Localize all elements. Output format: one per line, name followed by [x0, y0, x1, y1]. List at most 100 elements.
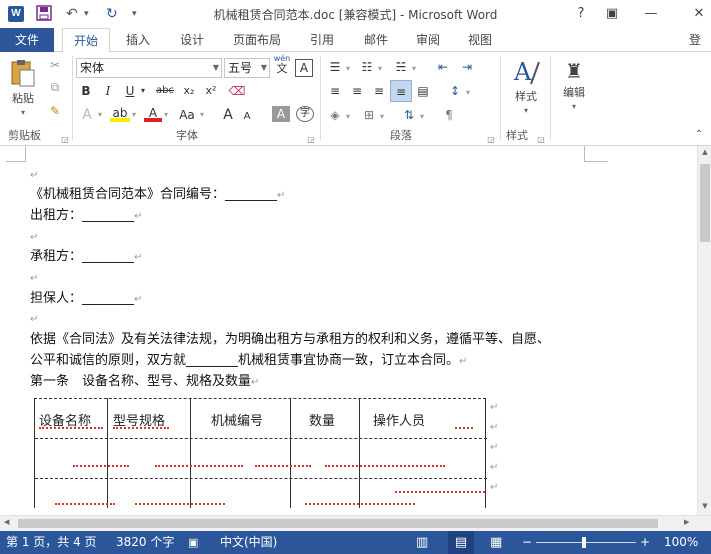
tab-insert[interactable]: 插入 — [118, 28, 158, 52]
login-link[interactable]: 登录 — [689, 28, 711, 52]
help-button[interactable]: ? — [570, 4, 592, 24]
horizontal-scroll-thumb[interactable] — [18, 519, 658, 528]
strikethrough-button[interactable]: abc — [154, 82, 176, 100]
shading-icon[interactable]: ◈ — [326, 106, 344, 124]
chevron-down-icon[interactable]: ▾ — [96, 106, 104, 124]
chevron-down-icon[interactable]: ▾ — [378, 108, 386, 126]
empty-paragraph[interactable]: ↵ — [30, 310, 38, 329]
text-effects-button[interactable]: A — [78, 106, 96, 124]
chevron-down-icon[interactable]: ▾ — [162, 106, 170, 124]
underline-dropdown-icon[interactable]: ▾ — [138, 82, 148, 100]
page-count[interactable]: 第 1 页，共 4 页 — [6, 531, 97, 554]
font-group-label: 字体 — [176, 129, 198, 142]
scroll-down-icon[interactable]: ▼ — [699, 502, 711, 512]
doc-line[interactable]: 第一条 设备名称、型号、规格及数量↵ — [30, 373, 259, 392]
scroll-up-icon[interactable]: ▲ — [699, 148, 711, 158]
font-color-icon[interactable]: A — [144, 104, 162, 122]
proofing-icon[interactable]: ▣ — [188, 531, 198, 554]
decrease-indent-icon[interactable]: ⇤ — [434, 58, 452, 76]
align-center-icon[interactable]: ≡ — [348, 82, 366, 100]
chevron-down-icon[interactable]: ▾ — [376, 60, 384, 78]
empty-paragraph[interactable]: ↵ — [30, 166, 38, 185]
distributed-icon[interactable]: ▤ — [414, 82, 432, 100]
scroll-right-icon[interactable]: ▶ — [684, 518, 694, 530]
enclosed-characters-button[interactable]: 字 — [296, 106, 314, 122]
tab-file[interactable]: 文件 — [0, 28, 54, 52]
chevron-down-icon[interactable]: ▾ — [344, 60, 352, 78]
sort-icon[interactable]: ⇅ — [400, 106, 418, 124]
paste-button[interactable]: 粘贴 ▾ — [6, 58, 40, 118]
font-name-select[interactable]: 宋体 ▼ — [76, 58, 222, 78]
clear-formatting-icon[interactable]: ⌫ — [228, 82, 246, 100]
vertical-scroll-thumb[interactable] — [700, 164, 710, 242]
doc-line[interactable]: 公平和诚信的原则，双方就________机械租赁事宜协商一致，订立本合同。↵ — [30, 352, 467, 371]
equipment-table[interactable]: 设备名称 型号规格 机械编号 数量 操作人员 — [34, 398, 487, 508]
editing-button[interactable]: ♜ 编辑 ▾ — [556, 56, 592, 122]
tab-design[interactable]: 设计 — [170, 28, 214, 52]
tab-review[interactable]: 审阅 — [406, 28, 450, 52]
zoom-in-icon[interactable]: + — [640, 531, 650, 554]
show-marks-icon[interactable]: ¶ — [440, 106, 458, 124]
tab-home[interactable]: 开始 — [62, 28, 110, 53]
cut-icon[interactable]: ✂ — [46, 56, 64, 74]
word-count[interactable]: 3820 个字 — [116, 531, 174, 554]
bold-button[interactable]: B — [78, 82, 94, 100]
grow-font-button[interactable]: A — [220, 106, 236, 124]
chevron-down-icon[interactable]: ▾ — [198, 106, 206, 124]
bullets-icon[interactable]: ☰ — [326, 58, 344, 76]
shrink-font-button[interactable]: A — [240, 108, 254, 126]
empty-paragraph[interactable]: ↵ — [30, 228, 38, 247]
copy-icon[interactable]: ⧉ — [46, 78, 64, 96]
close-button[interactable]: ✕ — [688, 4, 710, 24]
format-painter-icon[interactable]: ✎ — [46, 102, 64, 120]
tab-mailings[interactable]: 邮件 — [354, 28, 398, 52]
highlight-color-icon[interactable]: ab — [110, 104, 130, 122]
change-case-button[interactable]: Aa — [176, 106, 198, 124]
italic-button[interactable]: I — [100, 82, 116, 100]
horizontal-scrollbar[interactable]: ◀ ▶ — [0, 515, 711, 531]
zoom-slider[interactable] — [536, 542, 636, 543]
web-layout-icon[interactable]: ▦ — [490, 531, 502, 554]
chevron-down-icon[interactable]: ▾ — [464, 84, 472, 102]
doc-line[interactable]: 《机械租赁合同范本》合同编号：________↵ — [30, 186, 285, 205]
chevron-down-icon[interactable]: ▾ — [410, 60, 418, 78]
numbering-icon[interactable]: ☷ — [358, 58, 376, 76]
character-shading-button[interactable]: A — [272, 106, 290, 122]
empty-paragraph[interactable]: ↵ — [30, 269, 38, 288]
doc-line[interactable]: 担保人：________↵ — [30, 290, 142, 309]
phonetic-guide-button[interactable]: wén 文 — [273, 54, 291, 74]
language-indicator[interactable]: 中文(中国) — [220, 531, 277, 554]
print-layout-icon[interactable]: ▤ — [448, 531, 474, 554]
chevron-down-icon[interactable]: ▾ — [418, 108, 426, 126]
doc-line[interactable]: 出租方：________↵ — [30, 207, 142, 226]
subscript-button[interactable]: x₂ — [180, 82, 198, 100]
font-size-select[interactable]: 五号 ▼ — [224, 58, 270, 78]
zoom-slider-thumb[interactable] — [582, 537, 586, 548]
superscript-button[interactable]: x² — [202, 82, 220, 100]
chevron-down-icon[interactable]: ▾ — [130, 106, 138, 124]
increase-indent-icon[interactable]: ⇥ — [458, 58, 476, 76]
multilevel-list-icon[interactable]: ☵ — [392, 58, 410, 76]
align-left-icon[interactable]: ≡ — [326, 82, 344, 100]
character-border-button[interactable]: A — [295, 59, 313, 77]
tab-page-layout[interactable]: 页面布局 — [226, 28, 288, 52]
tab-view[interactable]: 视图 — [458, 28, 502, 52]
doc-line[interactable]: 依据《合同法》及有关法律法规，为明确出租方与承租方的权利和义务，遵循平等、自愿、 — [30, 331, 550, 349]
align-right-icon[interactable]: ≡ — [370, 82, 388, 100]
vertical-scrollbar[interactable]: ▲ ▼ — [697, 146, 711, 515]
doc-line[interactable]: 承租方：________↵ — [30, 248, 142, 267]
chevron-down-icon[interactable]: ▾ — [344, 108, 352, 126]
scroll-left-icon[interactable]: ◀ — [4, 518, 14, 530]
styles-button[interactable]: A 样式 ▾ — [506, 56, 546, 122]
line-spacing-icon[interactable]: ↕ — [446, 82, 464, 100]
minimize-button[interactable]: — — [640, 4, 662, 24]
underline-button[interactable]: U — [122, 82, 138, 100]
ribbon-display-button[interactable]: ▣ — [601, 4, 623, 24]
borders-icon[interactable]: ⊞ — [360, 106, 378, 124]
justify-icon[interactable]: ≡ — [390, 80, 412, 102]
tab-references[interactable]: 引用 — [300, 28, 344, 52]
zoom-level[interactable]: 100% — [664, 531, 698, 554]
zoom-out-icon[interactable]: − — [522, 531, 532, 554]
read-mode-icon[interactable]: ▥ — [416, 531, 428, 554]
collapse-ribbon-icon[interactable]: ⌃ — [692, 126, 706, 144]
